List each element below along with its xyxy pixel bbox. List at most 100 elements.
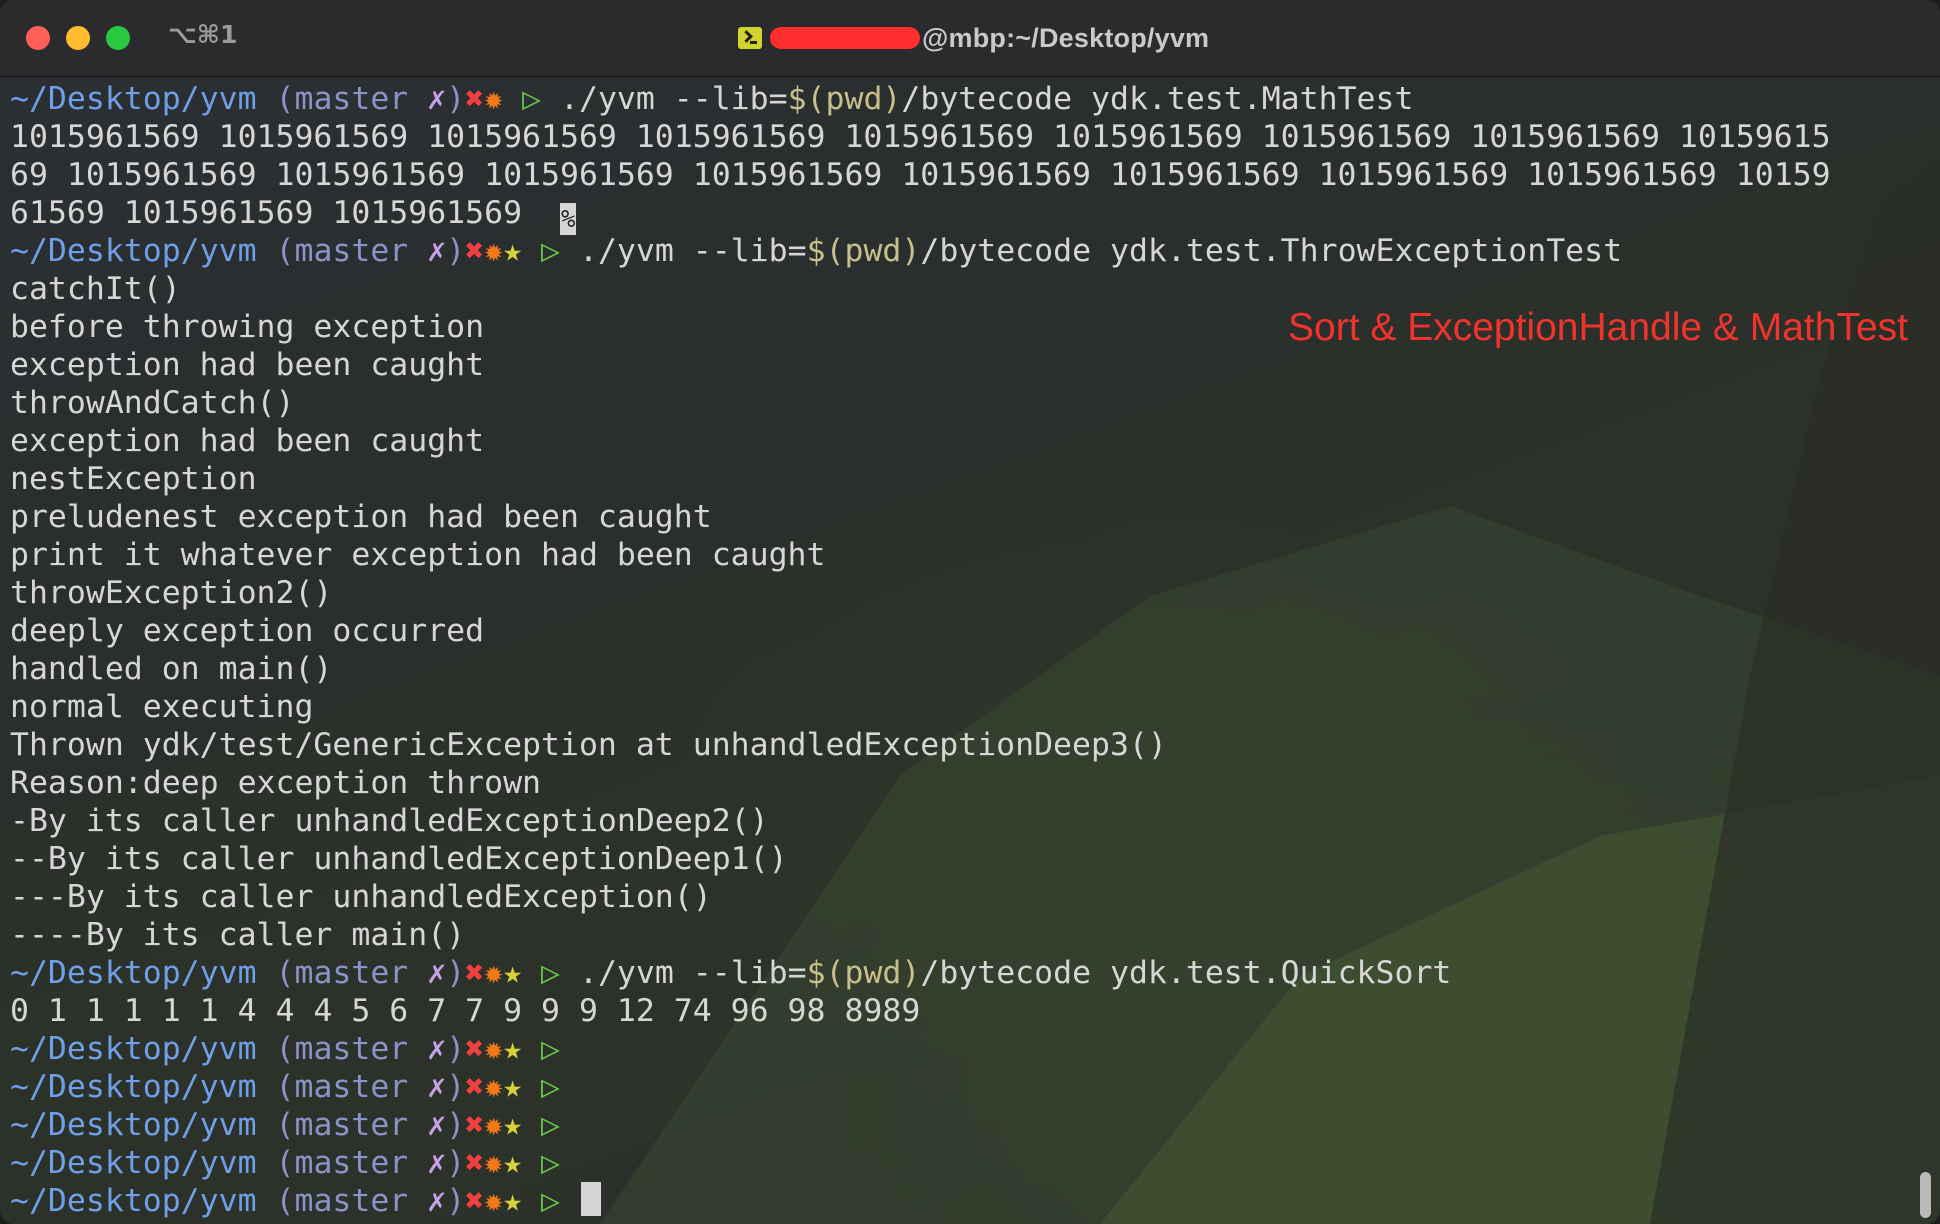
output-text: nestException — [10, 461, 257, 497]
output-line: 1015961569 1015961569 1015961569 1015961… — [10, 118, 1930, 156]
prompt-line: ~/Desktop/yvm (master ✗)✖✹★ ▷ — [10, 1182, 1930, 1220]
prompt-branch-open: (master — [256, 1145, 428, 1181]
output-line: 61569 1015961569 1015961569 % — [10, 194, 1930, 235]
prompt-gap — [522, 1183, 541, 1219]
prompt-gap — [560, 233, 579, 269]
output-text: normal executing — [10, 689, 314, 725]
title-bar: ⌥⌘1 @mbp:~/Desktop/yvm — [0, 0, 1940, 77]
prompt-branch-open: (master — [256, 233, 428, 269]
status-changes-icon: ✹ — [484, 955, 504, 991]
status-error-icon: ✖ — [465, 233, 485, 269]
prompt-branch-close: ) — [446, 1183, 466, 1219]
prompt-path: ~/Desktop/yvm — [10, 81, 257, 117]
status-star-icon: ★ — [503, 1031, 523, 1067]
output-line: --By its caller unhandledExceptionDeep1(… — [10, 840, 1930, 878]
prompt-line: ~/Desktop/yvm (master ✗)✖✹★ ▷ — [10, 1068, 1930, 1106]
prompt-arrow-icon: ▷ — [541, 1069, 561, 1105]
status-star-icon: ★ — [503, 233, 523, 269]
prompt-branch-close: ) — [446, 1069, 466, 1105]
close-button[interactable] — [26, 26, 50, 50]
status-star-icon: ★ — [503, 955, 523, 991]
prompt-branch-open: (master — [256, 1069, 428, 1105]
status-changes-icon: ✹ — [484, 1183, 504, 1219]
output-line: 0 1 1 1 1 1 4 4 4 5 6 7 7 9 9 9 12 74 96… — [10, 992, 1930, 1030]
prompt-branch-close: ) — [446, 1107, 466, 1143]
output-text: --By its caller unhandledExceptionDeep1(… — [10, 841, 788, 877]
prompt-line: ~/Desktop/yvm (master ✗)✖✹★ ▷ ./yvm --li… — [10, 954, 1930, 992]
prompt-line: ~/Desktop/yvm (master ✗)✖✹★ ▷ — [10, 1144, 1930, 1182]
status-error-icon: ✖ — [465, 81, 485, 117]
prompt-path: ~/Desktop/yvm — [10, 1031, 257, 1067]
output-line: Reason:deep exception thrown — [10, 764, 1930, 802]
prompt-branch-close: ) — [446, 1031, 466, 1067]
output-text: catchIt() — [10, 271, 181, 307]
command-text-pre: ./yvm --lib= — [578, 955, 807, 991]
terminal-output[interactable]: ~/Desktop/yvm (master ✗)✖✹ ▷ ./yvm --lib… — [10, 80, 1930, 1220]
prompt-branch-open: (master — [256, 1183, 428, 1219]
prompt-branch-close: ) — [446, 955, 466, 991]
status-changes-icon: ✹ — [484, 233, 504, 269]
output-line: catchIt() — [10, 270, 1930, 308]
text-cursor[interactable] — [580, 1182, 601, 1216]
output-text: preludenest exception had been caught — [10, 499, 712, 535]
prompt-branch-open: (master — [256, 1107, 428, 1143]
prompt-arrow-icon: ▷ — [541, 1031, 561, 1067]
prompt-arrow-icon: ▷ — [522, 81, 542, 117]
prompt-path: ~/Desktop/yvm — [10, 1145, 257, 1181]
zoom-button[interactable] — [106, 26, 130, 50]
output-line: preludenest exception had been caught — [10, 498, 1930, 536]
terminal-icon — [738, 27, 762, 49]
prompt-path: ~/Desktop/yvm — [10, 1107, 257, 1143]
output-line: exception had been caught — [10, 422, 1930, 460]
prompt-path: ~/Desktop/yvm — [10, 955, 257, 991]
output-text: exception had been caught — [10, 347, 485, 383]
dirty-mark-icon: ✗ — [427, 1069, 447, 1105]
status-error-icon: ✖ — [465, 955, 485, 991]
output-line: exception had been caught — [10, 346, 1930, 384]
status-star-icon: ★ — [503, 1183, 523, 1219]
prompt-branch-close: ) — [446, 233, 466, 269]
output-text: ----By its caller main() — [10, 917, 466, 953]
prompt-line: ~/Desktop/yvm (master ✗)✖✹★ ▷ — [10, 1106, 1930, 1144]
output-text: 0 1 1 1 1 1 4 4 4 5 6 7 7 9 9 9 12 74 96… — [10, 993, 921, 1029]
prompt-path: ~/Desktop/yvm — [10, 233, 257, 269]
output-text: 69 1015961569 1015961569 1015961569 1015… — [10, 157, 1831, 193]
prompt-gap — [522, 955, 541, 991]
command-text-post: /bytecode ydk.test.MathTest — [901, 81, 1414, 117]
prompt-gap — [522, 1031, 541, 1067]
status-changes-icon: ✹ — [484, 81, 504, 117]
status-star-icon: ★ — [503, 1069, 523, 1105]
output-line: handled on main() — [10, 650, 1930, 688]
minimize-button[interactable] — [66, 26, 90, 50]
prompt-branch-close: ) — [446, 81, 466, 117]
command-subshell: $(pwd) — [787, 81, 902, 117]
output-line: -By its caller unhandledExceptionDeep2() — [10, 802, 1930, 840]
output-text: Reason:deep exception thrown — [10, 765, 542, 801]
prompt-gap — [560, 1183, 579, 1219]
status-changes-icon: ✹ — [484, 1107, 504, 1143]
output-text: throwException2() — [10, 575, 333, 611]
output-line: ----By its caller main() — [10, 916, 1930, 954]
status-changes-icon: ✹ — [484, 1145, 504, 1181]
output-line: throwException2() — [10, 574, 1930, 612]
window-title-text: @mbp:~/Desktop/yvm — [922, 22, 1210, 53]
prompt-branch-open: (master — [256, 955, 428, 991]
prompt-arrow-icon: ▷ — [541, 955, 561, 991]
scrollbar[interactable] — [1920, 1172, 1931, 1218]
status-error-icon: ✖ — [465, 1183, 485, 1219]
output-line: print it whatever exception had been cau… — [10, 536, 1930, 574]
redacted-username — [770, 27, 920, 49]
window-shortcut-label: ⌥⌘1 — [168, 20, 238, 49]
prompt-line: ~/Desktop/yvm (master ✗)✖✹★ ▷ ./yvm --li… — [10, 232, 1930, 270]
status-star-icon: ★ — [503, 1145, 523, 1181]
dirty-mark-icon: ✗ — [427, 233, 447, 269]
prompt-branch-open: (master — [256, 1031, 428, 1067]
output-line: ---By its caller unhandledException() — [10, 878, 1930, 916]
output-text: 61569 1015961569 1015961569 — [10, 195, 560, 231]
prompt-arrow-icon: ▷ — [541, 1183, 561, 1219]
output-text: handled on main() — [10, 651, 333, 687]
output-text: 1015961569 1015961569 1015961569 1015961… — [10, 119, 1831, 155]
output-text: ---By its caller unhandledException() — [10, 879, 712, 915]
command-text-post: /bytecode ydk.test.ThrowExceptionTest — [920, 233, 1623, 269]
output-text: exception had been caught — [10, 423, 485, 459]
